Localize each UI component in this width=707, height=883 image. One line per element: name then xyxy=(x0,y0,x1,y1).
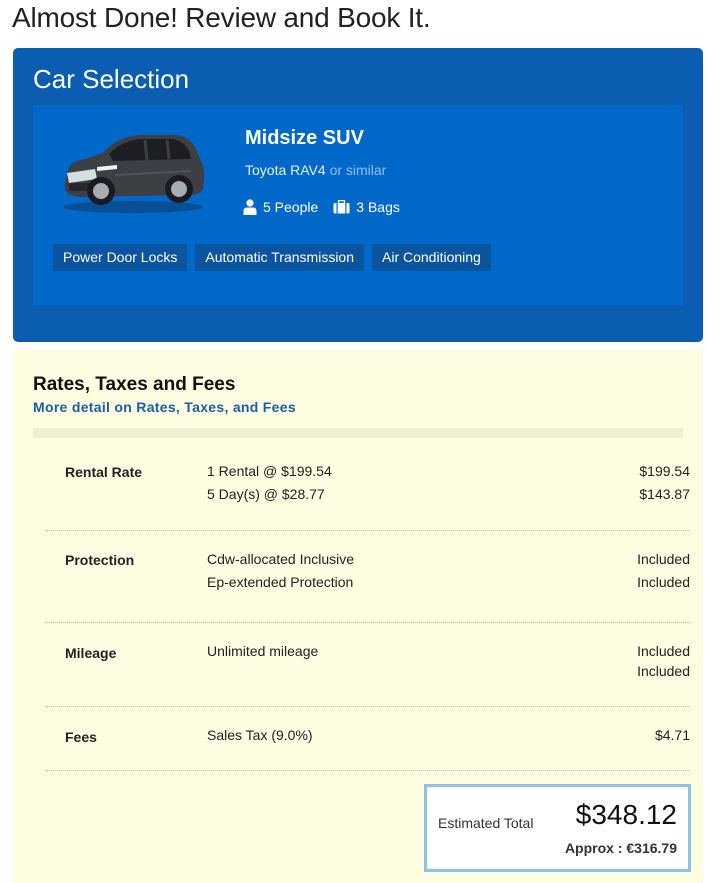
estimated-total-label: Estimated Total xyxy=(438,815,534,831)
approx-total: Approx : €316.79 xyxy=(564,840,677,856)
car-photo-icon xyxy=(63,135,205,213)
people-count: 5 People xyxy=(263,199,319,215)
car-model: Toyota RAV4 or similar xyxy=(245,162,386,178)
row-divider xyxy=(45,770,690,771)
feature-tag: Automatic Transmission xyxy=(195,244,364,271)
rate-label: Mileage xyxy=(65,645,117,661)
rates-divider xyxy=(33,428,683,438)
rate-label: Fees xyxy=(65,729,97,745)
rates-heading: Rates, Taxes and Fees xyxy=(33,374,236,395)
rates-detail-link[interactable]: More detail on Rates, Taxes, and Fees xyxy=(33,399,296,415)
estimated-total-amount: $348.12 xyxy=(575,799,677,830)
rate-label: Rental Rate xyxy=(65,464,143,480)
rate-amount: Included xyxy=(637,574,690,590)
luggage-capacity: 3 Bags xyxy=(333,199,400,215)
rate-label: Protection xyxy=(65,552,135,568)
rate-amount: $199.54 xyxy=(639,463,690,479)
estimated-total-box: Estimated Total $348.12 Approx : €316.79 xyxy=(424,784,691,872)
feature-tag: Air Conditioning xyxy=(372,244,491,271)
rate-line: 1 Rental @ $199.54 xyxy=(207,463,332,479)
car-capacity: 5 People 3 Bags xyxy=(243,199,415,215)
rate-amount: Included xyxy=(637,643,690,659)
passenger-capacity: 5 People xyxy=(243,199,318,215)
car-card: Midsize SUV Toyota RAV4 or similar 5 Peo… xyxy=(33,105,683,305)
rate-line: Ep-extended Protection xyxy=(207,574,354,590)
rate-amount: $4.71 xyxy=(654,727,690,743)
bags-count: 3 Bags xyxy=(356,199,400,215)
rate-line: Unlimited mileage xyxy=(207,643,319,659)
car-selection-heading: Car Selection xyxy=(33,64,190,94)
feature-tag: Power Door Locks xyxy=(53,244,188,271)
rate-row-rental: Rental Rate 1 Rental @ $199.54 5 Day(s) … xyxy=(45,450,690,531)
rate-line: Sales Tax (9.0%) xyxy=(207,727,313,743)
rates-panel: Rates, Taxes and Fees More detail on Rat… xyxy=(13,350,703,883)
rate-amount: Included xyxy=(637,551,690,567)
rate-row-mileage: Mileage Unlimited mileage Included Inclu… xyxy=(45,623,690,707)
rate-line: Cdw-allocated Inclusive xyxy=(207,551,355,567)
rate-row-fees: Fees Sales Tax (9.0%) $4.71 xyxy=(45,707,690,771)
feature-tags: Power Door Locks Automatic Transmission … xyxy=(53,244,499,271)
car-class: Midsize SUV xyxy=(245,127,364,149)
rate-line: 5 Day(s) @ $28.77 xyxy=(207,486,325,502)
person-icon xyxy=(243,199,257,215)
page-title: Almost Done! Review and Book It. xyxy=(12,2,431,33)
rate-row-protection: Protection Cdw-allocated Inclusive Ep-ex… xyxy=(45,531,690,623)
rate-amount: Included xyxy=(637,663,690,679)
car-model-name: Toyota RAV4 xyxy=(245,162,326,178)
rate-amount: $143.87 xyxy=(639,486,690,502)
or-similar-text: or similar xyxy=(329,162,387,178)
suitcase-icon xyxy=(333,200,350,214)
car-selection-panel: Car Selection Midsize SUV Toyota RAV4 or… xyxy=(13,48,703,342)
